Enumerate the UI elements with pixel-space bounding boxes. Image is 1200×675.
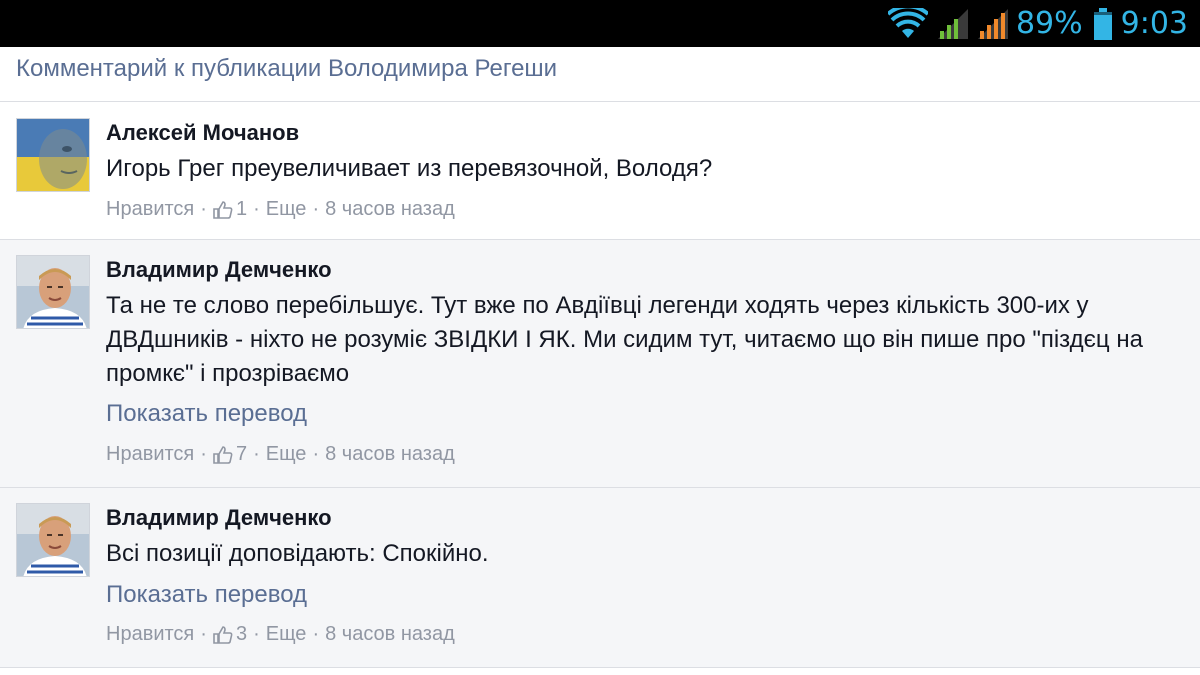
comment-author[interactable]: Владимир Демченко	[106, 505, 332, 531]
wifi-icon	[887, 7, 928, 40]
signal-icon	[937, 8, 968, 39]
comment-text: Та не те слово перебільшує. Тут вже по А…	[106, 292, 1143, 387]
comment-item: Владимир Демченко Та не те слово перебіл…	[0, 240, 1200, 488]
like-count[interactable]: 1	[236, 198, 247, 221]
like-count[interactable]: 7	[236, 443, 247, 466]
separator: ·	[253, 198, 260, 220]
comment-text: Игорь Грег преувеличивает из перевязочно…	[106, 155, 713, 182]
like-button[interactable]: Нравится	[106, 198, 194, 221]
comment-timestamp: 8 часов назад	[325, 623, 455, 645]
more-button[interactable]: Еще	[266, 623, 307, 646]
separator: ·	[312, 443, 320, 465]
avatar[interactable]	[16, 503, 90, 577]
separator: ·	[312, 623, 320, 645]
signal-icon-2	[977, 8, 1008, 39]
separator: ·	[312, 198, 320, 220]
avatar[interactable]	[16, 255, 90, 329]
separator: ·	[200, 623, 207, 645]
like-count[interactable]: 3	[236, 623, 247, 646]
comment-item: Алексей Мочанов Игорь Грег преувеличивае…	[0, 103, 1200, 240]
comment-text: Всі позиції доповідають: Спокійно.	[106, 540, 489, 567]
battery-icon	[1093, 7, 1113, 40]
more-button[interactable]: Еще	[266, 198, 307, 221]
comment-meta: Нравится · 7 · Еще · 8 часов назад	[106, 443, 455, 466]
avatar[interactable]	[16, 118, 90, 192]
comment-item: Владимир Демченко Всі позиції доповідают…	[0, 488, 1200, 668]
battery-percent: 89%	[1015, 6, 1083, 41]
separator: ·	[253, 623, 260, 645]
comment-meta: Нравится · 3 · Еще · 8 часов назад	[106, 623, 455, 646]
post-header: Комментарий к публикации Володимира Реге…	[0, 47, 1200, 102]
status-bar: 89% 9:03	[0, 0, 1200, 47]
separator: ·	[200, 443, 207, 465]
more-button[interactable]: Еще	[266, 443, 307, 466]
clock: 9:03	[1120, 6, 1188, 41]
like-button[interactable]: Нравится	[106, 443, 194, 466]
comment-meta: Нравится · 1 · Еще · 8 часов назад	[106, 198, 455, 221]
comment-author[interactable]: Алексей Мочанов	[106, 120, 299, 146]
comment-timestamp: 8 часов назад	[325, 443, 455, 465]
thumbs-up-icon	[213, 200, 233, 219]
separator: ·	[253, 443, 260, 465]
comment-author[interactable]: Владимир Демченко	[106, 257, 332, 283]
like-button[interactable]: Нравится	[106, 623, 194, 646]
thumbs-up-icon	[213, 445, 233, 464]
separator: ·	[200, 198, 207, 220]
show-translation-link[interactable]: Показать перевод	[106, 400, 307, 428]
post-title[interactable]: Комментарий к публикации Володимира Реге…	[16, 55, 557, 83]
thumbs-up-icon	[213, 625, 233, 644]
comment-timestamp: 8 часов назад	[325, 198, 455, 220]
show-translation-link[interactable]: Показать перевод	[106, 581, 307, 609]
